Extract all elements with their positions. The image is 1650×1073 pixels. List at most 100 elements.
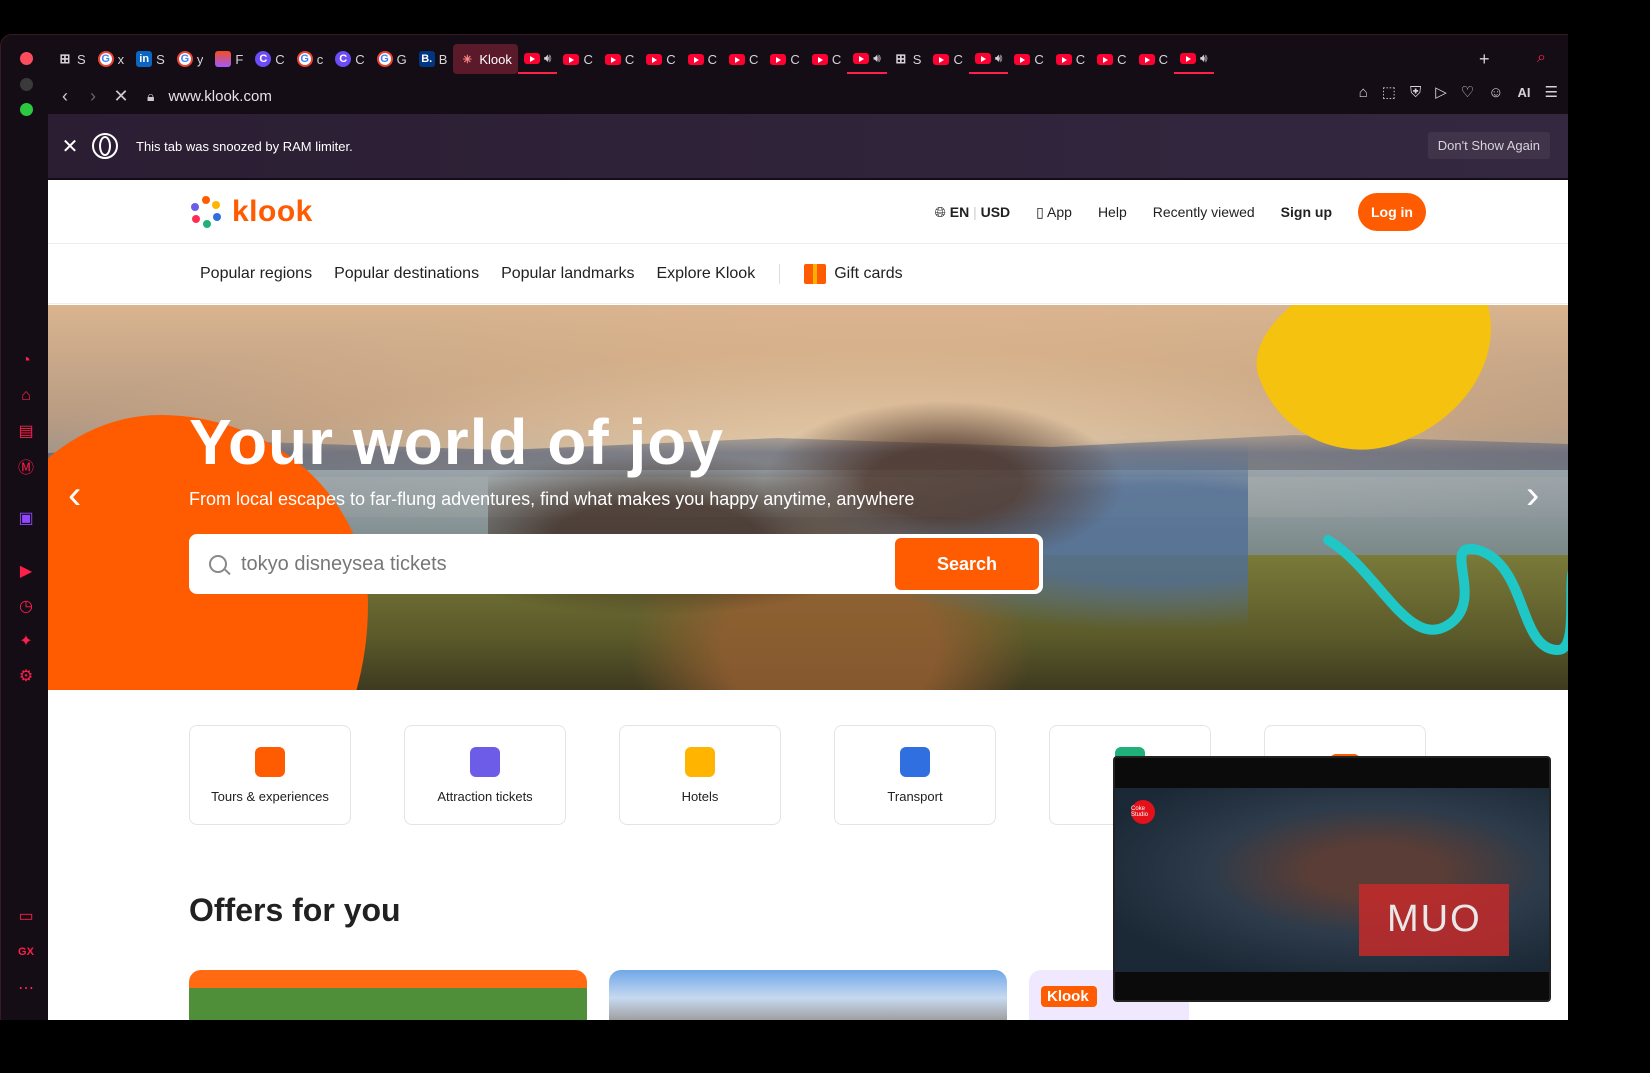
browser-tab[interactable]: ⊞ S [887, 44, 928, 74]
browser-tab[interactable]: 🔊︎ [968, 44, 1009, 74]
gift-cards-link[interactable]: Gift cards [804, 263, 903, 284]
picture-in-picture-video[interactable]: Coke Studio MUO [1113, 756, 1551, 1002]
browser-tab[interactable]: CC [329, 44, 370, 74]
offer-card-2[interactable] [609, 970, 1007, 1020]
browser-tab[interactable]: 🔊︎ [847, 44, 887, 74]
browser-tab[interactable]: B. B [413, 44, 454, 74]
browser-tab[interactable]: 🔊︎ [1173, 44, 1214, 74]
hero-subtitle: From local escapes to far-flung adventur… [189, 489, 915, 509]
browser-tab[interactable]: CC [249, 44, 290, 74]
browser-tab[interactable]: C [682, 44, 723, 74]
browser-tab[interactable]: C [640, 44, 681, 74]
url-field[interactable]: www.klook.com [168, 88, 271, 105]
language-currency-selector[interactable]: 🌐︎ EN | USD [935, 204, 1011, 221]
category-label: Hotels [681, 788, 719, 804]
speed-dial-icon[interactable]: ◔ [15, 350, 37, 372]
menu-icon[interactable]: ☰ [1545, 83, 1558, 101]
browser-tab[interactable]: ✳ Klook [453, 44, 518, 74]
speaker-icon[interactable]: 🔊︎ [1200, 51, 1208, 66]
tab-title: C [953, 51, 963, 67]
subnav-popular-destinations[interactable]: Popular destinations [334, 265, 479, 283]
browser-tab[interactable]: F [209, 44, 249, 74]
recently-viewed-link[interactable]: Recently viewed [1153, 204, 1255, 220]
app-link[interactable]: ▯ App [1036, 204, 1072, 221]
search-input[interactable] [241, 552, 871, 576]
forward-button[interactable]: › [79, 86, 107, 107]
settings-icon[interactable]: ⚙ [15, 665, 37, 687]
account-icon[interactable]: ☺ [1488, 84, 1503, 101]
tab-title: C [355, 51, 365, 67]
offer-card-1[interactable] [189, 970, 587, 1020]
category-icon [900, 746, 930, 777]
new-tab-button[interactable]: + [1479, 49, 1490, 70]
browser-tab[interactable]: C [723, 44, 764, 74]
gx-control-icon[interactable]: ▤ [15, 420, 37, 442]
gx-corner-icon[interactable]: ⌂ [15, 385, 37, 407]
signup-link[interactable]: Sign up [1281, 204, 1332, 220]
speaker-icon[interactable]: 🔊︎ [995, 51, 1003, 66]
more-icon[interactable]: ⋯ [15, 977, 37, 999]
category-tile[interactable]: Transport [834, 725, 996, 825]
subnav-explore-klook[interactable]: Explore Klook [656, 265, 755, 283]
help-link[interactable]: Help [1098, 204, 1127, 220]
klook-logo[interactable]: klook [188, 194, 313, 230]
twitch-icon[interactable]: ▣ [15, 507, 37, 529]
browser-tab[interactable]: ⊞ S [51, 44, 92, 74]
youtube-icon [1179, 52, 1196, 64]
offers-heading: Offers for you [189, 892, 401, 928]
minimize-window-button[interactable] [20, 78, 33, 91]
back-button[interactable]: ‹ [51, 86, 79, 107]
category-icon [470, 746, 500, 777]
browser-tab[interactable]: C [764, 44, 805, 74]
search-button[interactable]: Search [895, 538, 1039, 590]
category-label: Transport [887, 788, 943, 804]
heart-icon[interactable]: ♡ [1461, 83, 1474, 101]
browser-tab[interactable]: C [1091, 44, 1132, 74]
category-tile[interactable]: Hotels [619, 725, 781, 825]
stop-loading-button[interactable]: ✕ [107, 86, 135, 107]
shield-icon[interactable]: ⛨ [1410, 84, 1421, 101]
send-icon[interactable]: ▷ [1435, 83, 1447, 101]
category-tile[interactable]: Tours & experiences [189, 725, 351, 825]
browser-tab[interactable]: Gy [171, 44, 210, 74]
dont-show-again-button[interactable]: Don't Show Again [1427, 132, 1550, 159]
youtube-icon [853, 52, 870, 64]
browser-tab[interactable]: C [927, 44, 968, 74]
aria-ai-button[interactable]: AI [1518, 84, 1531, 101]
subnav-popular-landmarks[interactable]: Popular landmarks [501, 265, 634, 283]
tab-title: S [912, 51, 922, 67]
browser-tab[interactable]: C [1133, 44, 1174, 74]
lock-icon[interactable]: 🔒︎ [147, 88, 154, 105]
browser-tab[interactable]: 🔊︎ [517, 44, 558, 74]
browser-tab[interactable]: C [1050, 44, 1091, 74]
browser-tab[interactable]: C [806, 44, 847, 74]
snapshot-icon[interactable]: ⬚ [1382, 83, 1396, 101]
tab-title: C [790, 51, 800, 67]
search-tabs-icon[interactable]: ⌕ [1537, 49, 1546, 67]
browser-tab[interactable]: C [599, 44, 640, 74]
browser-tab[interactable]: GG [371, 44, 413, 74]
pin-icon[interactable]: ⌂ [1359, 84, 1368, 101]
browser-tab[interactable]: C [1008, 44, 1049, 74]
messenger-icon[interactable]: Ⓜ [15, 455, 37, 477]
close-window-button[interactable] [20, 52, 33, 65]
browser-tab[interactable]: Gx [92, 44, 131, 74]
hero-next-arrow[interactable]: › [1526, 475, 1539, 515]
login-button[interactable]: Log in [1358, 193, 1426, 231]
browser-tab[interactable]: in S [130, 44, 171, 74]
browser-tab[interactable]: Gc [291, 44, 330, 74]
hero-prev-arrow[interactable]: ‹ [68, 475, 81, 515]
close-notification-icon[interactable]: ✕ [48, 134, 92, 159]
category-tile[interactable]: Attraction tickets [404, 725, 566, 825]
extensions-icon[interactable]: ✦ [15, 630, 37, 652]
wallet-icon[interactable]: ▭ [15, 905, 37, 927]
speaker-icon[interactable]: 🔊︎ [544, 51, 552, 66]
tab-title: Klook [479, 51, 512, 67]
player-icon[interactable]: ▶ [15, 560, 37, 582]
browser-tab[interactable]: C [557, 44, 598, 74]
history-icon[interactable]: ◷ [15, 595, 37, 617]
speaker-icon[interactable]: 🔊︎ [873, 51, 881, 66]
subnav-popular-regions[interactable]: Popular regions [200, 265, 312, 283]
phone-icon: ▯ [1036, 203, 1044, 220]
gx-logo-icon[interactable]: GX [15, 941, 37, 963]
